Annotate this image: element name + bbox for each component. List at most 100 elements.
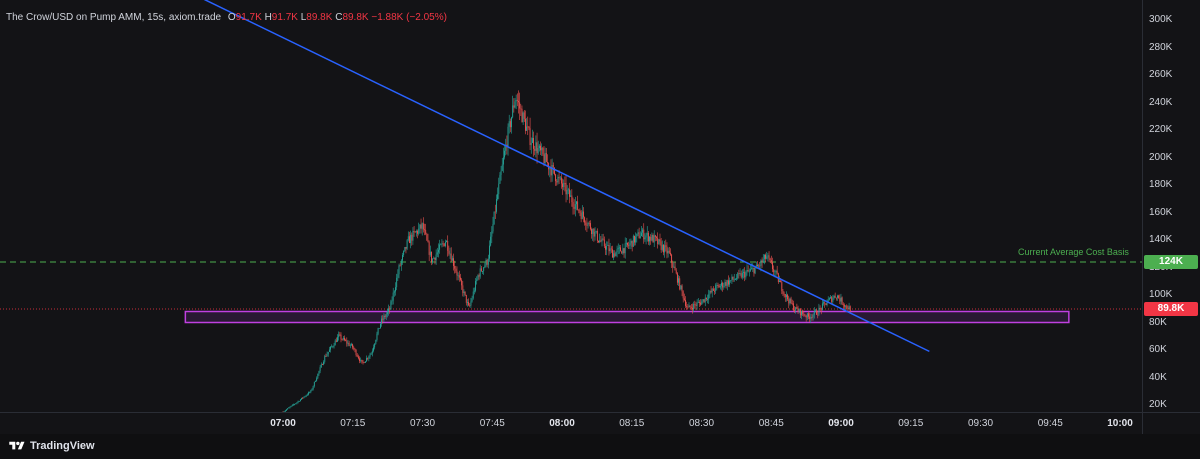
candle-body bbox=[600, 240, 602, 242]
candle-body bbox=[349, 345, 351, 347]
candle-body bbox=[395, 287, 396, 292]
candle-body bbox=[834, 295, 836, 298]
candle-body bbox=[816, 310, 818, 315]
candle-body bbox=[780, 280, 782, 283]
candle-body bbox=[446, 240, 448, 242]
candle-body bbox=[383, 315, 385, 320]
candle-body bbox=[533, 138, 535, 149]
candle-body bbox=[660, 241, 662, 250]
candle-body bbox=[823, 302, 825, 304]
tradingview-brand[interactable]: TradingView bbox=[8, 440, 95, 452]
candle-body bbox=[440, 244, 442, 246]
candle-body bbox=[435, 254, 437, 261]
candle-body bbox=[602, 238, 604, 240]
candle-body bbox=[535, 142, 537, 151]
chart-canvas[interactable] bbox=[0, 0, 1142, 412]
candle-body bbox=[302, 397, 304, 399]
chart-plot-area[interactable]: The Crow/USD on Pump AMM, 15s, axiom.tra… bbox=[0, 0, 1142, 412]
candle-body bbox=[466, 302, 468, 303]
candle-body bbox=[292, 404, 294, 406]
candle-body bbox=[384, 315, 386, 317]
candle-body bbox=[413, 230, 415, 232]
candle-body bbox=[849, 306, 851, 312]
time-axis[interactable]: 07:00 07:15 07:30 07:45 08:00 08:15 08:30 08:45… bbox=[0, 412, 1142, 435]
candle-body bbox=[538, 145, 540, 149]
candle-body bbox=[476, 279, 478, 282]
candle-body bbox=[286, 409, 287, 411]
candle-body bbox=[424, 229, 425, 231]
candle-body bbox=[355, 349, 357, 356]
candle-body bbox=[635, 236, 637, 243]
candle-body bbox=[552, 164, 554, 168]
candle-body bbox=[694, 303, 696, 305]
candle-body bbox=[762, 259, 764, 263]
candle-body bbox=[611, 249, 613, 258]
candle-body bbox=[722, 282, 724, 288]
candle-body bbox=[334, 340, 336, 346]
candle-body bbox=[672, 262, 674, 268]
candle-body bbox=[422, 223, 424, 230]
candle-body bbox=[826, 302, 828, 305]
candle-body bbox=[785, 294, 787, 298]
candle-body bbox=[458, 275, 460, 278]
candle-body bbox=[377, 328, 379, 334]
candle-body bbox=[414, 231, 416, 233]
price-axis[interactable]: 300K280K260K240K220K200K180K160K140K120K… bbox=[1142, 0, 1200, 412]
candle-body bbox=[426, 233, 428, 241]
chart-window: The Crow/USD on Pump AMM, 15s, axiom.tra… bbox=[0, 0, 1200, 459]
candle-body bbox=[798, 308, 800, 312]
candle-body bbox=[803, 313, 805, 316]
candle-body bbox=[654, 235, 656, 237]
candle-body bbox=[308, 392, 309, 395]
candle-body bbox=[330, 346, 332, 350]
candle-body bbox=[812, 314, 814, 318]
candle-body bbox=[783, 293, 785, 295]
candle-body bbox=[315, 381, 316, 382]
candle-body bbox=[432, 258, 434, 263]
candle-body bbox=[840, 297, 842, 302]
candle-body bbox=[499, 174, 501, 184]
candle-body bbox=[632, 235, 634, 247]
candle-body bbox=[621, 251, 623, 254]
candle-body bbox=[758, 265, 760, 267]
candle-body bbox=[760, 260, 762, 266]
candle-body bbox=[350, 344, 352, 346]
candle-body bbox=[312, 386, 314, 390]
candle-body bbox=[833, 295, 835, 299]
candle-body bbox=[830, 297, 831, 299]
candle-body bbox=[790, 298, 792, 304]
candle-body bbox=[392, 292, 394, 301]
candle-body bbox=[519, 102, 521, 109]
candle-body bbox=[657, 237, 659, 245]
candle-body bbox=[804, 315, 806, 317]
candle-body bbox=[673, 266, 675, 268]
candle-body bbox=[509, 121, 511, 128]
candle-body bbox=[782, 290, 784, 294]
candle-body bbox=[480, 268, 482, 272]
candle-body bbox=[498, 183, 500, 195]
candle-body bbox=[589, 223, 591, 230]
candle-body bbox=[613, 253, 615, 258]
candle-body bbox=[344, 337, 345, 341]
candle-body bbox=[412, 230, 414, 241]
candle-body bbox=[515, 99, 517, 102]
candle-body bbox=[668, 250, 670, 253]
candle-body bbox=[507, 126, 509, 148]
candle-body bbox=[411, 234, 413, 241]
candle-body bbox=[638, 232, 640, 239]
candle-body bbox=[697, 302, 699, 303]
candle-body bbox=[592, 228, 594, 235]
candle-body bbox=[650, 236, 652, 241]
candle-body bbox=[468, 302, 470, 306]
candle-body bbox=[586, 225, 588, 227]
candle-body bbox=[418, 228, 420, 234]
candle-body bbox=[794, 310, 796, 312]
candle-body bbox=[730, 280, 732, 281]
symbol-title[interactable]: The Crow/USD on Pump AMM, 15s, axiom.tra… bbox=[6, 12, 221, 23]
candle-body bbox=[774, 271, 776, 273]
candle-body bbox=[810, 316, 812, 319]
candle-body bbox=[323, 361, 325, 365]
candle-body bbox=[541, 147, 543, 151]
candle-body bbox=[542, 147, 544, 155]
candle-body bbox=[594, 231, 596, 237]
